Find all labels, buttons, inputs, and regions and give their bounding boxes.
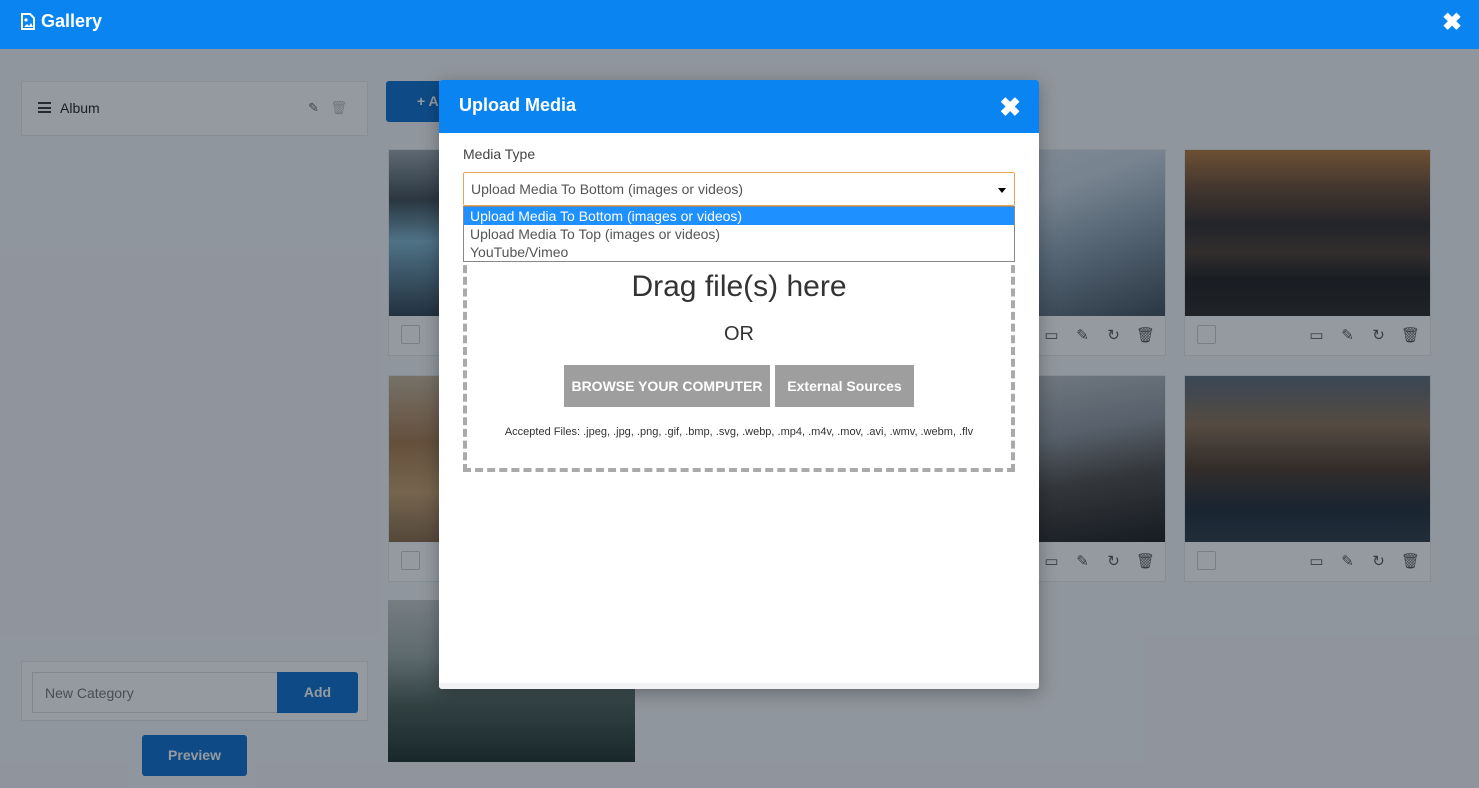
media-type-select[interactable]: Upload Media To Bottom (images or videos… (463, 172, 1015, 206)
modal-header: Upload Media ✖ (439, 80, 1039, 133)
close-icon[interactable]: ✖ (1441, 11, 1463, 35)
media-type-option[interactable]: Upload Media To Top (images or videos) (464, 225, 1014, 243)
upload-media-modal: Upload Media ✖ Media Type Upload Media T… (439, 80, 1039, 689)
media-type-options: Upload Media To Bottom (images or videos… (463, 206, 1015, 262)
modal-title: Upload Media (459, 95, 577, 115)
browse-computer-button[interactable]: BROWSE YOUR COMPUTER (564, 365, 770, 407)
caret-down-icon (998, 188, 1006, 193)
image-file-icon (21, 13, 35, 30)
app-title-text: Gallery (41, 11, 103, 31)
dropzone-or: OR (724, 323, 754, 345)
external-sources-button[interactable]: External Sources (775, 365, 914, 407)
dropzone-title: Drag file(s) here (631, 270, 847, 303)
media-type-label: Media Type (463, 146, 536, 162)
media-type-option[interactable]: YouTube/Vimeo (464, 243, 1014, 261)
media-type-option[interactable]: Upload Media To Bottom (images or videos… (464, 207, 1014, 225)
media-type-selected-value: Upload Media To Bottom (images or videos… (471, 181, 744, 197)
accepted-files-text: Accepted Files: .jpeg, .jpg, .png, .gif,… (504, 426, 974, 438)
app-title: Gallery (20, 11, 102, 32)
close-icon[interactable]: ✖ (999, 94, 1021, 120)
modal-footer (439, 683, 1039, 689)
app-header: Gallery ✖ (0, 0, 1479, 49)
file-dropzone[interactable]: Drag file(s) here OR BROWSE YOUR COMPUTE… (463, 230, 1015, 472)
